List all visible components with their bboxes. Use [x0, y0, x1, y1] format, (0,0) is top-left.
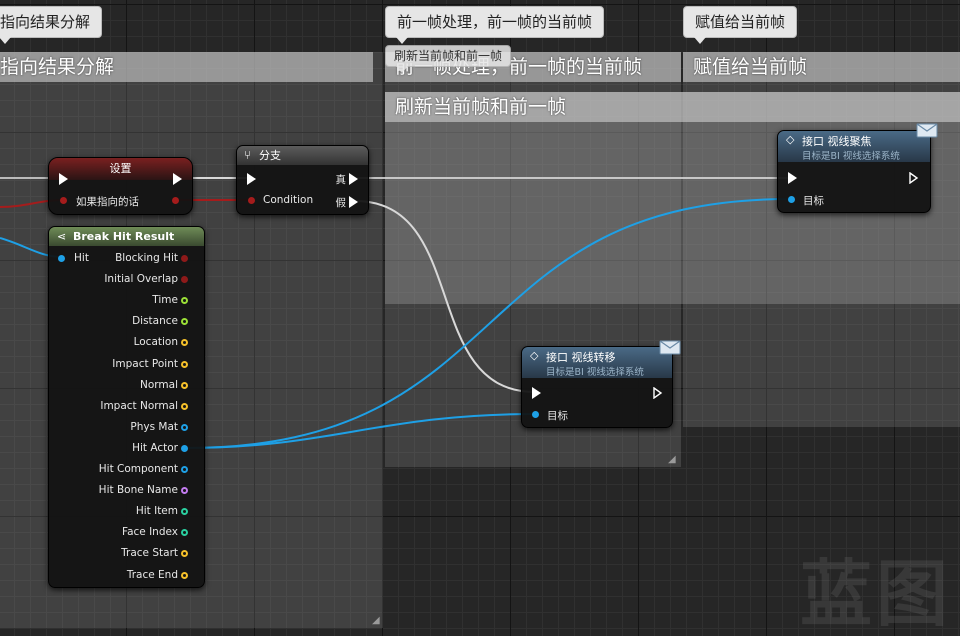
branch-node-header: ⑂ 分支 — [237, 146, 368, 165]
branch-node[interactable]: ⑂ 分支 真 Condition 假 — [236, 145, 369, 215]
interface-shift-header: ◇ 接口 视线转移 目标是BI 视线选择系统 — [522, 347, 672, 378]
set-bool-out-pin[interactable] — [172, 197, 179, 204]
break-hit-output-pin[interactable] — [181, 571, 188, 579]
branch-true-label: 真 — [335, 174, 347, 186]
break-hit-output-pin[interactable] — [181, 466, 188, 473]
break-hit-output-label: Hit Item — [135, 505, 178, 518]
break-hit-result-header: ⋖ Break Hit Result — [49, 227, 204, 246]
shift-target-label: 目标 — [547, 410, 568, 422]
break-hit-output-label: Hit Bone Name — [98, 484, 178, 497]
focus-target-pin[interactable] — [788, 196, 795, 203]
set-exec-out-pin[interactable] — [173, 173, 182, 185]
break-struct-icon: ⋖ — [57, 230, 67, 243]
branch-exec-in-pin[interactable] — [247, 173, 256, 185]
interface-focus-subtitle: 目标是BI 视线选择系统 — [802, 151, 900, 162]
break-hit-output-pin[interactable] — [181, 318, 188, 326]
interface-focus-title: 接口 视线聚焦 — [802, 135, 872, 148]
break-hit-output-pin[interactable] — [181, 508, 188, 516]
break-hit-output-label: Normal — [140, 378, 178, 391]
break-hit-output-label: Impact Point — [112, 357, 178, 370]
set-node-header: 设置 — [49, 158, 192, 180]
message-envelope-icon — [916, 123, 938, 138]
break-hit-output-pin[interactable] — [181, 381, 188, 389]
break-hit-output-label: Location — [133, 336, 178, 349]
interface-diamond-icon: ◇ — [530, 349, 539, 362]
shift-exec-out-pin[interactable] — [653, 387, 663, 399]
shift-exec-in-pin[interactable] — [532, 387, 541, 399]
break-hit-output-pin[interactable] — [181, 360, 188, 368]
break-hit-output-label: Hit Actor — [132, 441, 178, 454]
break-hit-output-pin[interactable] — [181, 255, 188, 262]
break-hit-output-label: Time — [152, 294, 178, 307]
break-hit-output-pin[interactable] — [181, 444, 188, 452]
interface-shift-node[interactable]: ◇ 接口 视线转移 目标是BI 视线选择系统 目标 — [521, 340, 681, 428]
branch-true-out-pin[interactable] — [349, 173, 358, 185]
break-hit-output-label: Phys Mat — [130, 420, 178, 433]
interface-focus-header: ◇ 接口 视线聚焦 目标是BI 视线选择系统 — [778, 131, 930, 162]
focus-exec-out-pin[interactable] — [909, 172, 919, 184]
break-hit-output-label: Distance — [132, 315, 178, 328]
set-exec-in-pin[interactable] — [59, 173, 68, 185]
break-hit-output-pin[interactable] — [181, 339, 188, 347]
branch-false-label: 假 — [335, 197, 347, 209]
break-hit-output-pin[interactable] — [181, 423, 188, 431]
break-hit-output-label: Initial Overlap — [104, 273, 178, 286]
branch-false-out-pin[interactable] — [349, 196, 358, 208]
watermark-logo: 蓝图 — [799, 552, 952, 636]
break-hit-result-node[interactable]: ⋖ Break Hit Result Hit Blocking Hit Initi… — [48, 226, 205, 588]
interface-diamond-icon: ◇ — [786, 133, 795, 146]
shift-target-pin[interactable] — [532, 411, 539, 418]
break-hit-output-label: Impact Normal — [100, 399, 178, 412]
break-hit-result-title: Break Hit Result — [73, 230, 175, 243]
break-hit-output-pin[interactable] — [181, 402, 188, 410]
break-hit-output-pin[interactable] — [181, 276, 188, 284]
focus-target-label: 目标 — [803, 195, 824, 207]
focus-exec-in-pin[interactable] — [788, 172, 797, 184]
set-pin-label: 如果指向的话 — [76, 196, 139, 208]
branch-node-title: 分支 — [259, 149, 281, 162]
break-hit-output-label: Hit Component — [98, 463, 178, 475]
object-wire-hitactor-focus — [185, 198, 791, 449]
break-hit-output-label: Blocking Hit — [115, 252, 178, 264]
interface-shift-subtitle: 目标是BI 视线选择系统 — [546, 367, 644, 378]
branch-condition-label: Condition — [263, 194, 314, 206]
break-hit-output-pin[interactable] — [181, 529, 188, 537]
branch-icon: ⑂ — [244, 148, 252, 162]
object-wire-hitactor-shift — [185, 413, 536, 449]
break-hit-in-label: Hit — [74, 252, 89, 264]
set-node-title: 设置 — [109, 162, 132, 175]
message-envelope-icon — [659, 340, 681, 355]
break-hit-in-pin[interactable] — [58, 255, 65, 262]
break-hit-output-pin[interactable] — [181, 487, 188, 495]
set-bool-in-pin[interactable] — [60, 197, 67, 204]
break-hit-output-label: Trace End — [126, 568, 178, 581]
branch-condition-pin[interactable] — [248, 197, 255, 204]
interface-focus-node[interactable]: ◇ 接口 视线聚焦 目标是BI 视线选择系统 目标 — [777, 123, 938, 213]
break-hit-output-pin[interactable] — [181, 550, 188, 558]
set-node[interactable]: 设置 如果指向的话 — [48, 157, 193, 215]
interface-shift-title: 接口 视线转移 — [546, 351, 616, 364]
break-hit-output-label: Trace Start — [121, 547, 178, 560]
break-hit-output-pin[interactable] — [181, 297, 188, 305]
break-hit-output-label: Face Index — [122, 526, 178, 539]
